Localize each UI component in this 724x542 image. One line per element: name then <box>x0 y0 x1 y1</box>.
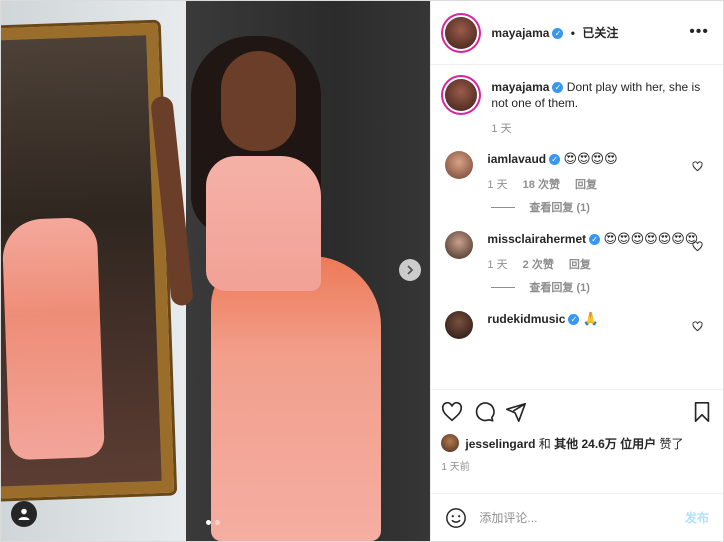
verified-icon: ✓ <box>549 154 561 166</box>
header-separator: • <box>570 26 575 40</box>
liked-by-suffix: 赞了 <box>659 436 684 451</box>
view-replies-button[interactable]: 查看回复 (1) <box>491 199 709 215</box>
comment-likes[interactable]: 18 次赞 <box>523 179 560 191</box>
carousel-dots <box>206 520 220 525</box>
author-avatar[interactable] <box>445 16 478 49</box>
comment-item: rudekidmusic ✓ 🙏 <box>445 311 709 339</box>
photo-outfit-lower <box>211 256 381 541</box>
comment-text: 😍😍😍😍 <box>563 151 618 166</box>
commenter-avatar[interactable] <box>445 311 474 339</box>
commenter-avatar[interactable] <box>445 231 474 259</box>
comment-time: 1 天 <box>487 179 508 191</box>
author-username[interactable]: mayajama <box>491 26 549 40</box>
view-replies-button[interactable]: 查看回复 (1) <box>491 279 709 295</box>
likes-count-link[interactable]: 其他 24.6万 位用户 <box>554 437 656 451</box>
comment-text: 🙏 <box>582 311 599 326</box>
caption-time: 1 天 <box>491 123 512 135</box>
liked-by: jesselingard 和 其他 24.6万 位用户 赞了 <box>441 434 713 452</box>
comment-reply-button[interactable]: 回复 <box>575 179 597 191</box>
caption: mayajama ✓ Dont play with her, she is not… <box>445 79 709 137</box>
comment-reply-button[interactable]: 回复 <box>569 259 591 271</box>
post-header: mayajama ✓ • 已关注 ••• <box>431 1 723 65</box>
next-photo-button[interactable] <box>399 259 421 281</box>
liker-avatar[interactable] <box>441 434 460 452</box>
post-timestamp[interactable]: 1 天前 <box>441 458 713 473</box>
comment-heart-icon[interactable] <box>692 241 703 252</box>
comment-heart-icon[interactable] <box>692 321 703 332</box>
instagram-post: mayajama ✓ • 已关注 ••• mayajama ✓ Dont play … <box>0 0 724 542</box>
caption-avatar[interactable] <box>445 79 478 111</box>
heart-icon[interactable] <box>441 401 463 423</box>
verified-icon: ✓ <box>552 82 564 94</box>
comment-username[interactable]: rudekidmusic <box>487 312 565 326</box>
tagged-users-button[interactable] <box>11 501 37 527</box>
more-options-icon[interactable]: ••• <box>689 23 709 41</box>
commenter-avatar[interactable] <box>445 151 474 179</box>
comment-icon[interactable] <box>473 401 496 423</box>
verified-icon: ✓ <box>589 234 601 246</box>
photo-head <box>221 51 296 151</box>
post-side-panel: mayajama ✓ • 已关注 ••• mayajama ✓ Dont play … <box>430 1 723 541</box>
liker-username[interactable]: jesselingard <box>465 437 535 451</box>
carousel-dot <box>215 520 220 525</box>
verified-icon: ✓ <box>552 28 564 40</box>
share-icon[interactable] <box>505 401 527 423</box>
comment-likes[interactable]: 2 次赞 <box>523 259 554 271</box>
comment-username[interactable]: missclairahermet <box>487 232 586 246</box>
comment-item: missclairahermet ✓ 😍😍😍😍😍😍😍 1 天 2 次赞 回复 <box>445 231 709 273</box>
photo-reflection <box>1 216 105 461</box>
user-icon <box>18 508 30 520</box>
bookmark-icon[interactable] <box>691 401 713 423</box>
comment-time: 1 天 <box>487 259 508 271</box>
emoji-icon[interactable] <box>445 507 467 529</box>
add-comment-bar: 发布 <box>431 493 723 541</box>
caption-username[interactable]: mayajama <box>491 80 549 94</box>
chevron-right-icon <box>407 265 414 275</box>
post-actions: jesselingard 和 其他 24.6万 位用户 赞了 1 天前 <box>431 389 723 493</box>
post-comment-button[interactable]: 发布 <box>685 509 709 526</box>
action-icons <box>441 396 713 428</box>
carousel-dot-active <box>206 520 211 525</box>
comment-username[interactable]: iamlavaud <box>487 152 546 166</box>
add-comment-input[interactable] <box>479 510 685 525</box>
follow-status-button[interactable]: 已关注 <box>582 26 618 40</box>
post-photo[interactable] <box>1 1 431 541</box>
photo-outfit-upper <box>206 156 321 291</box>
comment-heart-icon[interactable] <box>692 161 703 172</box>
comments-list[interactable]: mayajama ✓ Dont play with her, she is not… <box>431 65 723 389</box>
comment-text: 😍😍😍😍😍😍😍 <box>603 231 699 246</box>
liked-by-and: 和 <box>538 436 551 451</box>
photo-mirror <box>1 22 175 500</box>
verified-icon: ✓ <box>568 314 580 326</box>
comment-item: iamlavaud ✓ 😍😍😍😍 1 天 18 次赞 回复 <box>445 151 709 193</box>
